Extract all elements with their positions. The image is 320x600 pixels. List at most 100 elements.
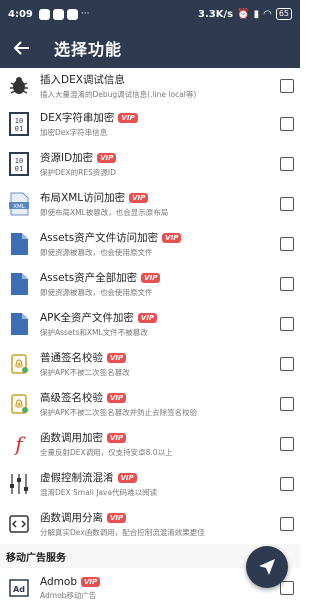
feature-item[interactable]: APK全资产文件加密 VIP 保护Assets和XML文件不被篡改 [0,304,300,344]
feature-item[interactable]: XML 布局XML访问加密 VIP 即使布局XML被篡改，也会显示原布局 [0,184,300,224]
notification-icons: ··· [38,8,90,20]
feature-checkbox[interactable] [280,581,294,595]
feature-title: 虚假控制流混淆 [40,472,114,484]
feature-description: 即使资源被篡改，也会使用原文件 [40,248,153,257]
xml-file-icon: XML [6,191,32,217]
feature-description: 分解真实Dex函数调用，配合控制流混淆效果更佳 [40,528,205,537]
feature-title: DEX字符串加密 [40,112,115,124]
feature-checkbox[interactable] [280,357,294,371]
feature-description: 保护Assets和XML文件不被篡改 [40,328,148,337]
fingerprint-icon [6,391,32,417]
feature-description: 保护DEX的RES资源ID [40,168,116,177]
send-icon [259,559,275,575]
feature-title: 普通签名校验 [40,352,103,364]
vip-badge: VIP [117,472,137,483]
battery-icon: 65 [275,8,292,20]
feature-item[interactable]: 虚假控制流混淆 VIP 混淆DEX Smali Java代码难以阅读 [0,464,300,504]
vip-badge: VIP [107,392,127,403]
feature-title: 高级签名校验 [40,392,103,404]
feature-item[interactable]: 普通签名校验 VIP 保护APK不被二次签名篡改 [0,344,300,384]
app-notification-icon [38,8,50,20]
vip-badge: VIP [107,512,127,523]
feature-list: 插入DEX调试信息 插入大量混淆的Debug调试信息(.line local等) 1… [0,68,300,600]
feature-checkbox[interactable] [280,517,294,531]
feature-checkbox[interactable] [280,197,294,211]
vip-badge: VIP [107,352,127,363]
feature-checkbox[interactable] [280,397,294,411]
feature-item[interactable]: 高级签名校验 VIP 保护APK不被二次签名篡改并防止去除签名校验 [0,384,300,424]
app-bar: 选择功能 [0,28,300,68]
feature-description: 全量反射DEX调用，仅支持安卓8.0以上 [40,448,173,457]
feature-checkbox[interactable] [280,79,294,93]
file-icon [6,271,32,297]
feature-title: 布局XML访问加密 [40,192,126,204]
feature-description: 混淆DEX Smali Java代码难以阅读 [40,488,158,497]
svg-text:10: 10 [15,157,23,165]
page-title: 选择功能 [54,40,123,59]
back-arrow-icon[interactable] [12,38,32,58]
status-time: 4:09 [8,8,33,20]
feature-description: Admob移动广告 [40,590,97,600]
bug-icon [6,73,32,99]
file-icon [6,231,32,257]
equalizer-icon [6,471,32,497]
svg-text:XML: XML [13,204,26,210]
alarm-icon: ⏰ [237,8,250,20]
vip-badge: VIP [137,312,158,323]
app-notification-icon [66,8,78,20]
feature-item[interactable]: 插入DEX调试信息 插入大量混淆的Debug调试信息(.line local等) [0,68,300,104]
feature-title: 插入DEX调试信息 [40,74,125,86]
feature-title: Assets资产全部加密 [40,272,138,284]
feature-description: 即使资源被篡改，也会使用原文件 [40,288,153,297]
feature-item[interactable]: Assets资产全部加密 VIP 即使资源被篡改，也会使用原文件 [0,264,300,304]
svg-text:01: 01 [15,125,23,133]
feature-description: 即使布局XML被篡改，也会显示原布局 [40,208,169,217]
code-icon [6,511,32,537]
feature-checkbox[interactable] [280,277,294,291]
function-icon: f [6,431,32,457]
feature-description: 加密Dex字符串信息 [40,128,108,137]
vip-badge: VIP [97,152,117,163]
more-dots-icon: ··· [80,9,90,19]
vip-badge: VIP [107,432,127,443]
feature-title: APK全资产文件加密 [40,312,134,324]
feature-item[interactable]: 函数调用分离 VIP 分解真实Dex函数调用，配合控制流混淆效果更佳 [0,504,300,544]
status-bar: 4:09 ··· 3.3K/s ⏰ ▮ ◠ 65 [0,0,300,28]
feature-checkbox[interactable] [280,317,294,331]
feature-item[interactable]: 10 01 资源ID加密 VIP 保护DEX的RES资源ID [0,144,300,184]
feature-title: 函数调用加密 [40,432,103,444]
file-icon [6,311,32,337]
vip-badge: VIP [141,272,161,283]
feature-checkbox[interactable] [280,437,294,451]
feature-item[interactable]: Assets资产文件访问加密 VIP 即使资源被篡改，也会使用原文件 [0,224,300,264]
vip-badge: VIP [118,112,138,123]
feature-description: 保护APK不被二次签名篡改并防止去除签名校验 [40,408,198,417]
wifi-icon: ◠ [263,8,272,20]
fingerprint-icon [6,351,32,377]
feature-title: Admob [40,575,77,588]
feature-checkbox[interactable] [280,477,294,491]
feature-checkbox[interactable] [280,117,294,131]
feature-title: 函数调用分离 [40,512,103,524]
binary-file-icon: 10 01 [6,151,32,177]
feature-item[interactable]: f 函数调用加密 VIP 全量反射DEX调用，仅支持安卓8.0以上 [0,424,300,464]
binary-file-icon: 10 01 [6,111,32,137]
vip-badge: VIP [129,192,149,203]
feature-title: Assets资产文件访问加密 [40,232,159,244]
feature-title: 资源ID加密 [40,152,94,164]
vip-badge: VIP [162,232,182,243]
net-speed: 3.3K/s [198,8,234,20]
svg-text:01: 01 [15,165,23,173]
app-notification-icon [52,8,64,20]
svg-text:f: f [13,432,26,456]
feature-checkbox[interactable] [280,237,294,251]
vip-badge: VIP [80,576,101,587]
signal-icon: ▮ [253,8,260,20]
send-button[interactable] [246,546,288,588]
ad-icon: Ad [6,575,32,600]
feature-item[interactable]: 10 01 DEX字符串加密 VIP 加密Dex字符串信息 [0,104,300,144]
feature-checkbox[interactable] [280,157,294,171]
svg-text:Ad: Ad [13,585,25,594]
feature-description: 保护APK不被二次签名篡改 [40,368,130,377]
svg-text:10: 10 [15,117,23,125]
